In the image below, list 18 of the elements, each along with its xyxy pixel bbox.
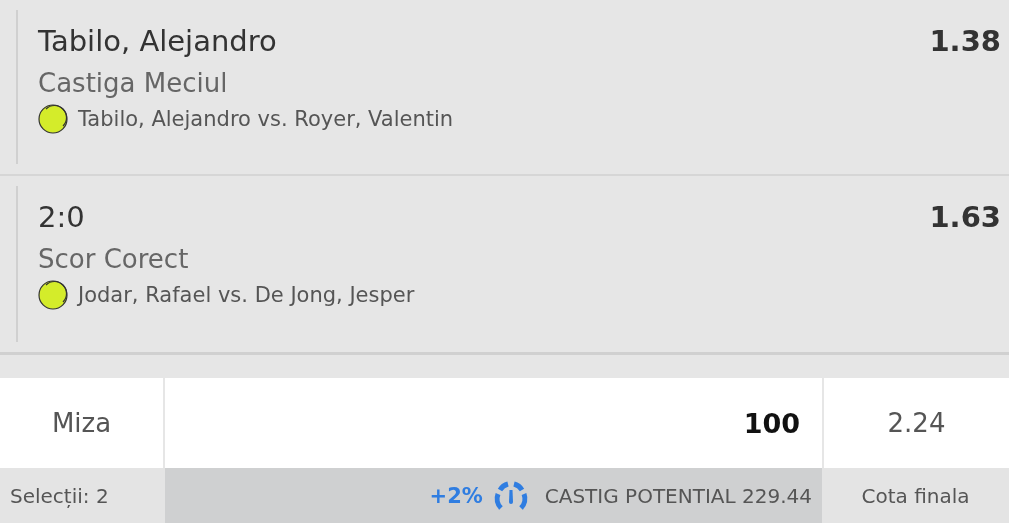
- selection-name: 2:0: [38, 200, 85, 234]
- selection-name: Tabilo, Alejandro: [38, 24, 277, 58]
- total-odds: 2.24: [822, 378, 1009, 468]
- market-name: Scor Corect: [38, 244, 190, 274]
- tennis-ball-icon: [38, 104, 68, 134]
- potential-win: CASTIG POTENTIAL 229.44: [544, 483, 812, 508]
- selections-count: Selecții: 2: [9, 482, 110, 510]
- event-name: Jodar, Rafael vs. De Jong, Jesper: [78, 283, 415, 307]
- event-name: Tabilo, Alejandro vs. Royer, Valentin: [78, 107, 454, 131]
- stake-input[interactable]: 100: [165, 378, 822, 468]
- stake-label: Miza: [0, 378, 165, 468]
- tennis-ball-icon: [38, 280, 68, 310]
- odds-value: 1.63: [929, 200, 1001, 234]
- boost-percent: +2%: [429, 483, 483, 508]
- odds-value: 1.38: [929, 24, 1001, 58]
- total-odds-label: Cota finala: [860, 482, 971, 510]
- speedometer-icon: [492, 479, 529, 512]
- market-name: Castiga Meciul: [38, 68, 229, 98]
